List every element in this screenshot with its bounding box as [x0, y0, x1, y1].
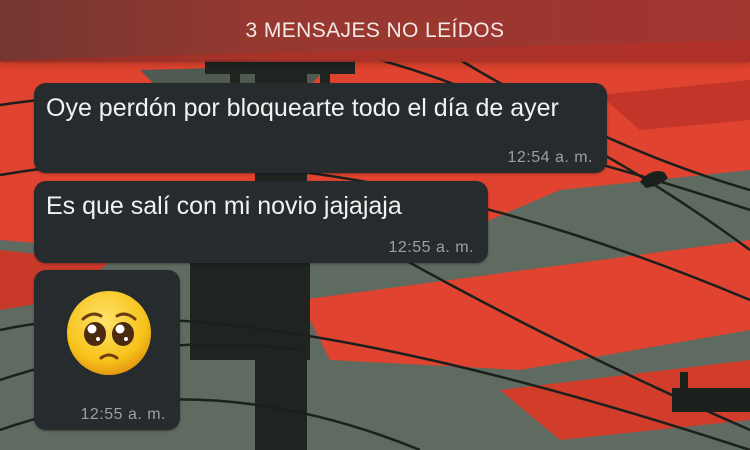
unread-messages-label: 3 MENSAJES NO LEÍDOS [245, 19, 505, 42]
message-timestamp: 12:55 a. m. [388, 239, 474, 256]
message-timestamp: 12:55 a. m. [80, 406, 166, 423]
message-bubble-2[interactable]: Es que salí con mi novio jajajaja 12:55 … [34, 181, 488, 263]
message-timestamp: 12:54 a. m. [507, 149, 593, 166]
message-bubble-3[interactable]: 12:55 a. m. [34, 270, 180, 430]
pleading-face-emoji [67, 291, 151, 375]
unread-messages-banner: 3 MENSAJES NO LEÍDOS [0, 0, 750, 62]
message-text: Oye perdón por bloquearte todo el día de… [46, 94, 559, 122]
message-text: Es que salí con mi novio jajajaja [46, 192, 402, 220]
message-bubble-1[interactable]: Oye perdón por bloquearte todo el día de… [34, 83, 607, 173]
